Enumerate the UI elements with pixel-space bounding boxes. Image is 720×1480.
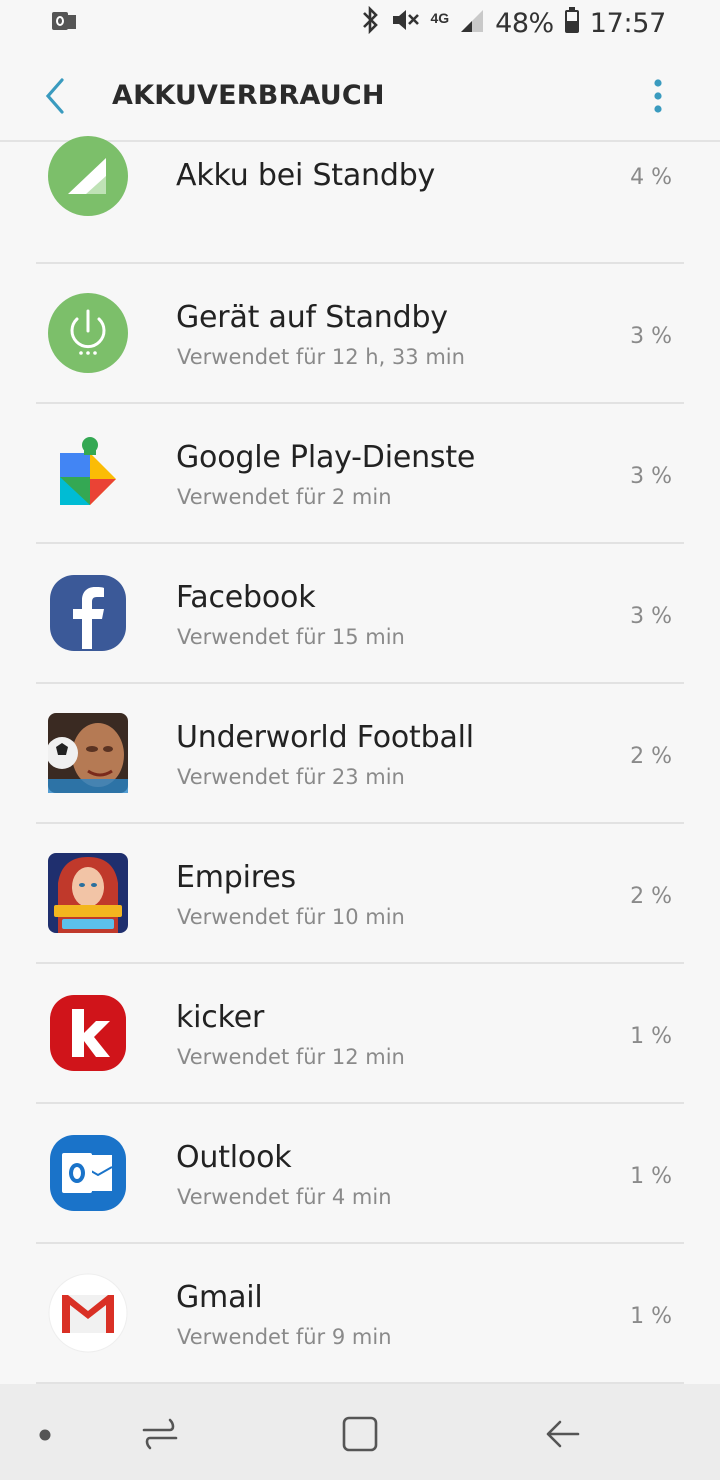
item-name: Outlook bbox=[176, 1140, 292, 1175]
item-percent: 2 % bbox=[630, 884, 672, 909]
item-name: Akku bei Standby bbox=[176, 158, 436, 193]
battery-percent: 48% bbox=[495, 8, 554, 39]
clock: 17:57 bbox=[589, 8, 667, 39]
back-icon[interactable] bbox=[542, 1414, 582, 1459]
network-type: 4G bbox=[430, 9, 450, 26]
page-title: AKKUVERBRAUCH bbox=[112, 80, 385, 111]
item-name: Google Play-Dienste bbox=[176, 440, 476, 475]
outlook-icon bbox=[48, 1133, 128, 1213]
back-button[interactable] bbox=[36, 76, 76, 116]
item-percent: 1 % bbox=[630, 1164, 672, 1189]
empires-puzzles-icon bbox=[48, 853, 128, 933]
item-name: kicker bbox=[176, 1000, 265, 1035]
more-options-button[interactable] bbox=[640, 76, 676, 116]
item-name: Underworld Football bbox=[176, 720, 474, 755]
screen: 4G 48% 17:57 AKKUVERBRAUCH Akku bei Stan… bbox=[0, 0, 720, 1480]
item-percent: 3 % bbox=[630, 464, 672, 489]
list-item[interactable]: Akku bei Standby 4 % bbox=[0, 120, 720, 260]
home-icon[interactable] bbox=[340, 1414, 380, 1459]
bluetooth-icon bbox=[360, 5, 380, 41]
item-name: Gmail bbox=[176, 1280, 263, 1315]
item-detail: Verwendet für 4 min bbox=[177, 1185, 392, 1209]
list-item[interactable]: Google Play-Dienste Verwendet für 2 min … bbox=[0, 404, 720, 544]
list-item[interactable]: Underworld Football Verwendet für 23 min… bbox=[0, 684, 720, 824]
item-detail: Verwendet für 23 min bbox=[177, 765, 405, 789]
gmail-icon bbox=[48, 1273, 128, 1353]
item-percent: 1 % bbox=[630, 1304, 672, 1329]
list-item[interactable]: kicker Verwendet für 12 min 1 % bbox=[0, 964, 720, 1104]
list-item[interactable]: Empires Verwendet für 10 min 2 % bbox=[0, 824, 720, 964]
item-detail: Verwendet für 12 min bbox=[177, 1045, 405, 1069]
list-item[interactable]: Gerät auf Standby Verwendet für 12 h, 33… bbox=[0, 264, 720, 404]
item-percent: 3 % bbox=[630, 324, 672, 349]
status-bar: 4G 48% 17:57 bbox=[0, 0, 720, 48]
dot-icon[interactable] bbox=[39, 1428, 51, 1446]
item-name: Empires bbox=[176, 860, 296, 895]
list-item[interactable]: Facebook Verwendet für 15 min 3 % bbox=[0, 544, 720, 684]
outlook-notification-icon bbox=[52, 10, 78, 39]
item-detail: Verwendet für 2 min bbox=[177, 485, 392, 509]
mute-icon bbox=[390, 6, 420, 41]
recents-icon[interactable] bbox=[140, 1416, 180, 1457]
list-item[interactable]: Outlook Verwendet für 4 min 1 % bbox=[0, 1104, 720, 1244]
item-detail: Verwendet für 12 h, 33 min bbox=[177, 345, 465, 369]
device-standby-icon bbox=[48, 293, 128, 373]
facebook-icon bbox=[48, 573, 128, 653]
item-name: Facebook bbox=[176, 580, 316, 615]
kicker-icon bbox=[48, 993, 128, 1073]
item-detail: Verwendet für 15 min bbox=[177, 625, 405, 649]
item-name: Gerät auf Standby bbox=[176, 300, 448, 335]
battery-icon bbox=[564, 6, 580, 41]
item-percent: 1 % bbox=[630, 1024, 672, 1049]
cell-standby-icon bbox=[48, 136, 128, 216]
chevron-left-icon bbox=[45, 78, 64, 114]
signal-icon bbox=[459, 6, 485, 41]
more-vertical-icon bbox=[654, 79, 662, 113]
item-detail: Verwendet für 10 min bbox=[177, 905, 405, 929]
item-percent: 4 % bbox=[630, 165, 672, 190]
item-percent: 3 % bbox=[630, 604, 672, 629]
item-percent: 2 % bbox=[630, 744, 672, 769]
google-play-services-icon bbox=[48, 433, 128, 513]
navigation-bar bbox=[0, 1384, 720, 1480]
item-detail: Verwendet für 9 min bbox=[177, 1325, 392, 1349]
underworld-football-icon bbox=[46, 713, 128, 793]
list-item[interactable]: Gmail Verwendet für 9 min 1 % bbox=[0, 1244, 720, 1384]
